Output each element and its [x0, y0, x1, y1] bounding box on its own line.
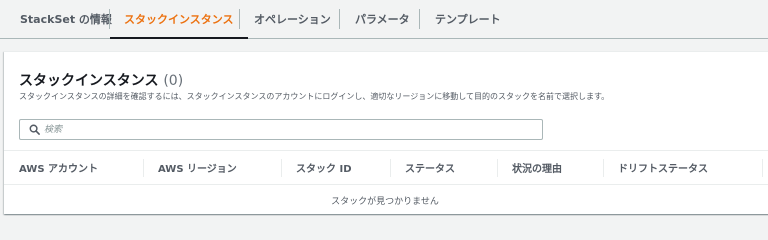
instance-count: (0): [163, 73, 184, 89]
tab-stack-instances[interactable]: スタックインスタンス: [110, 0, 248, 39]
tab-template[interactable]: テンプレート: [421, 0, 515, 38]
table-header: AWS アカウント AWS リージョン スタック ID ステータス 状況の理由 …: [4, 150, 768, 185]
tab-divider: [419, 9, 420, 29]
tab-bar: StackSet の情報 スタックインスタンス オペレーション パラメータ テン…: [0, 0, 768, 39]
column-header-stack-id[interactable]: スタック ID: [281, 151, 352, 184]
column-header-status[interactable]: ステータス: [390, 151, 455, 184]
column-header-aws-account[interactable]: AWS アカウント: [4, 151, 98, 184]
search-box[interactable]: [19, 119, 543, 140]
column-header-aws-region[interactable]: AWS リージョン: [143, 151, 237, 184]
tab-parameters[interactable]: パラメータ: [341, 0, 424, 38]
empty-message: スタックが見つかりません: [331, 196, 439, 207]
stack-instances-panel: スタックインスタンス (0) スタックインスタンスの詳細を確認するには、スタック…: [4, 51, 768, 214]
tab-divider: [339, 9, 340, 29]
column-header-status-reason[interactable]: 状況の理由: [497, 151, 562, 184]
panel-title-text: スタックインスタンス: [19, 73, 159, 89]
column-header-drift-status[interactable]: ドリフトステータス: [603, 151, 708, 184]
search-icon: [24, 124, 44, 135]
panel-description: スタックインスタンスの詳細を確認するには、スタックインスタンスのアカウントにログ…: [19, 92, 610, 101]
empty-state: スタックが見つかりません: [4, 185, 768, 215]
panel-title: スタックインスタンス (0): [19, 70, 183, 90]
tab-operations[interactable]: オペレーション: [240, 0, 345, 38]
column-divider: [762, 159, 763, 177]
tab-stackset-info[interactable]: StackSet の情報: [6, 0, 126, 38]
search-input[interactable]: [44, 120, 524, 139]
